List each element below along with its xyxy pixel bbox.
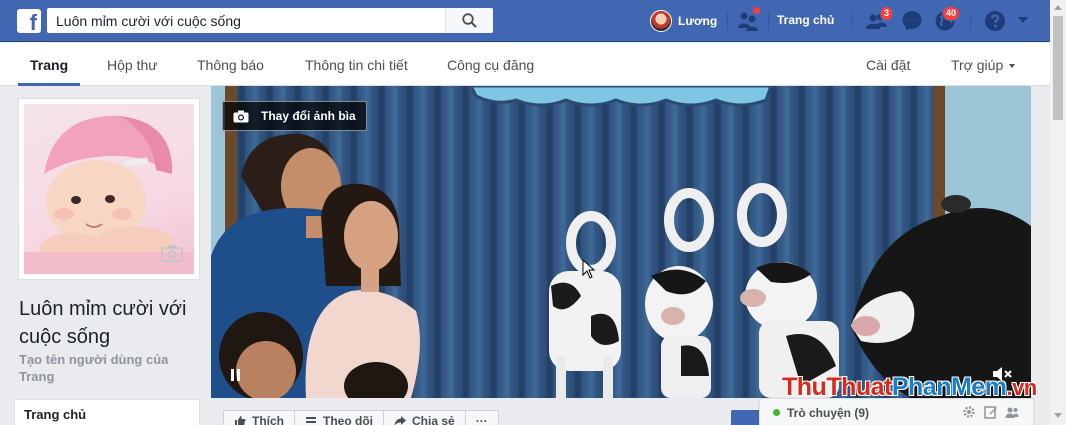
tab-publishing-tools[interactable]: Công cụ đăng: [447, 43, 534, 86]
tab-page[interactable]: Trang: [18, 43, 81, 86]
scroll-down-arrow[interactable]: [1054, 413, 1062, 418]
divider: [768, 12, 769, 30]
online-status-dot: [773, 409, 780, 416]
search-box: [47, 8, 493, 33]
divider: [727, 12, 728, 30]
tab-inbox[interactable]: Hộp thư: [107, 43, 158, 86]
cover-video[interactable]: Thay đổi ảnh bìa: [211, 86, 1031, 398]
share-icon: [394, 416, 406, 425]
share-button[interactable]: Chia sẻ: [383, 410, 466, 425]
vertical-scrollbar[interactable]: [1050, 0, 1066, 425]
notifications-button[interactable]: 40: [933, 6, 961, 33]
watermark-part-2: PhanMem: [891, 373, 1007, 401]
profile-link[interactable]: Lương: [650, 9, 717, 33]
left-nav-menu: Trang chủ: [14, 399, 200, 425]
new-dot: [752, 6, 761, 15]
tab-help[interactable]: Trợ giúp: [951, 43, 1016, 86]
friend-requests-button[interactable]: 3: [865, 6, 894, 33]
camera-icon: [233, 110, 249, 122]
divider: [852, 12, 853, 30]
help-button[interactable]: [983, 9, 1007, 33]
tab-notifications[interactable]: Thông báo: [197, 43, 264, 86]
create-username-link[interactable]: Tạo tên người dùng của Trang: [19, 351, 199, 385]
page-actions-bar: Thích Theo dõi Chia sẻ ···: [223, 410, 499, 425]
chat-label: Trò chuyện (9): [787, 406, 870, 420]
home-link[interactable]: Trang chủ: [777, 13, 834, 27]
chat-sidebar-tab[interactable]: Trò chuyện (9): [759, 398, 1034, 425]
follow-label: Theo dõi: [323, 414, 373, 425]
primary-action-button[interactable]: [731, 410, 761, 425]
facebook-logo[interactable]: f: [17, 9, 41, 33]
new-group-icon[interactable]: [1005, 405, 1019, 419]
caret-down-icon: [1018, 17, 1028, 23]
help-icon: [985, 11, 1005, 31]
page-title[interactable]: Luôn mỉm cười với cuộc sống: [19, 295, 199, 351]
notifications-badge: 40: [942, 6, 961, 21]
compose-icon[interactable]: [984, 405, 998, 419]
pause-icon[interactable]: [230, 368, 242, 382]
friend-requests-badge: 3: [880, 6, 894, 21]
user-name: Lương: [678, 14, 718, 28]
follow-button[interactable]: Theo dõi: [294, 410, 384, 425]
scroll-thumb[interactable]: [1053, 16, 1063, 120]
find-friends-button[interactable]: [736, 6, 762, 34]
page-tabs-bar: Trang Hộp thư Thông báo Thông tin chi ti…: [0, 43, 1050, 86]
tab-help-label: Trợ giúp: [951, 57, 1004, 73]
divider: [970, 12, 971, 30]
gear-icon[interactable]: [962, 405, 976, 419]
watermark-part-1: ThuThuat: [782, 373, 892, 401]
like-label: Thích: [252, 414, 284, 425]
top-navigation-bar: f Lương Trang chủ 3: [0, 0, 1050, 42]
messenger-icon: [902, 11, 922, 31]
scroll-up-arrow[interactable]: [1054, 5, 1062, 10]
change-cover-label: Thay đổi ảnh bìa: [261, 109, 356, 123]
more-icon: ···: [475, 414, 488, 425]
change-cover-button[interactable]: Thay đổi ảnh bìa: [222, 101, 367, 131]
camera-icon[interactable]: [160, 244, 184, 262]
avatar: [650, 10, 672, 32]
tab-settings[interactable]: Cài đặt: [866, 43, 910, 86]
search-icon: [462, 13, 477, 28]
like-button[interactable]: Thích: [223, 410, 295, 425]
search-button[interactable]: [445, 8, 493, 33]
tab-insights[interactable]: Thông tin chi tiết: [305, 43, 408, 86]
like-icon: [235, 416, 246, 425]
more-options-button[interactable]: ···: [464, 410, 499, 425]
share-label: Chia sẻ: [412, 414, 455, 425]
messenger-button[interactable]: [900, 9, 924, 33]
account-menu-button[interactable]: [1016, 14, 1030, 24]
search-input[interactable]: [47, 8, 447, 33]
follow-icon: [306, 417, 316, 423]
cover-scene: [211, 86, 1031, 398]
watermark-part-3: .vn: [1006, 375, 1037, 400]
mouse-cursor-icon: [582, 259, 596, 279]
caret-down-icon: [1009, 64, 1016, 69]
left-nav-item-home[interactable]: Trang chủ: [24, 407, 86, 422]
